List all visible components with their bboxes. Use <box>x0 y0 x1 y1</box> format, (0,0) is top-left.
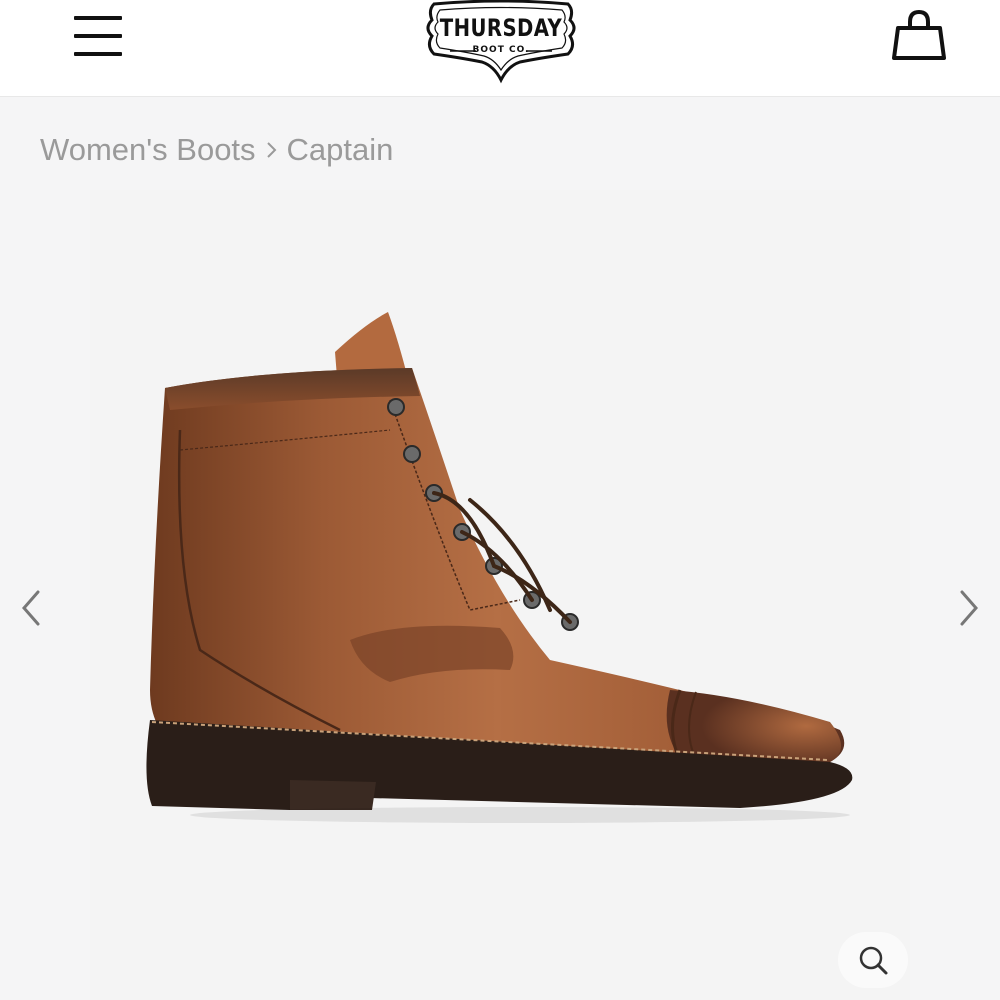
menu-line <box>74 34 122 38</box>
logo-subline: BOOT CO. <box>472 45 530 55</box>
hamburger-menu-icon[interactable] <box>70 14 126 60</box>
breadcrumb-womens-boots[interactable]: Women's Boots <box>40 132 256 168</box>
product-image[interactable] <box>90 190 910 1000</box>
top-header: THURSDAY BOOT CO. <box>0 0 1000 97</box>
magnifier-icon <box>859 946 888 975</box>
chevron-right-icon[interactable] <box>950 580 990 636</box>
brand-logo[interactable]: THURSDAY BOOT CO. <box>420 0 582 84</box>
boot-illustration <box>146 312 853 823</box>
breadcrumb-current: Captain <box>286 132 394 167</box>
product-gallery <box>0 190 1000 1000</box>
zoom-button[interactable] <box>838 932 908 988</box>
shopping-bag-icon[interactable] <box>890 8 948 64</box>
logo-wordmark: THURSDAY <box>439 14 563 42</box>
chevron-right-icon <box>266 142 276 158</box>
breadcrumb: Women's Boots Captain <box>40 128 393 172</box>
logo-badge-outline <box>426 0 576 84</box>
menu-line <box>74 16 122 20</box>
chevron-left-icon[interactable] <box>10 580 50 636</box>
menu-line <box>74 52 122 56</box>
